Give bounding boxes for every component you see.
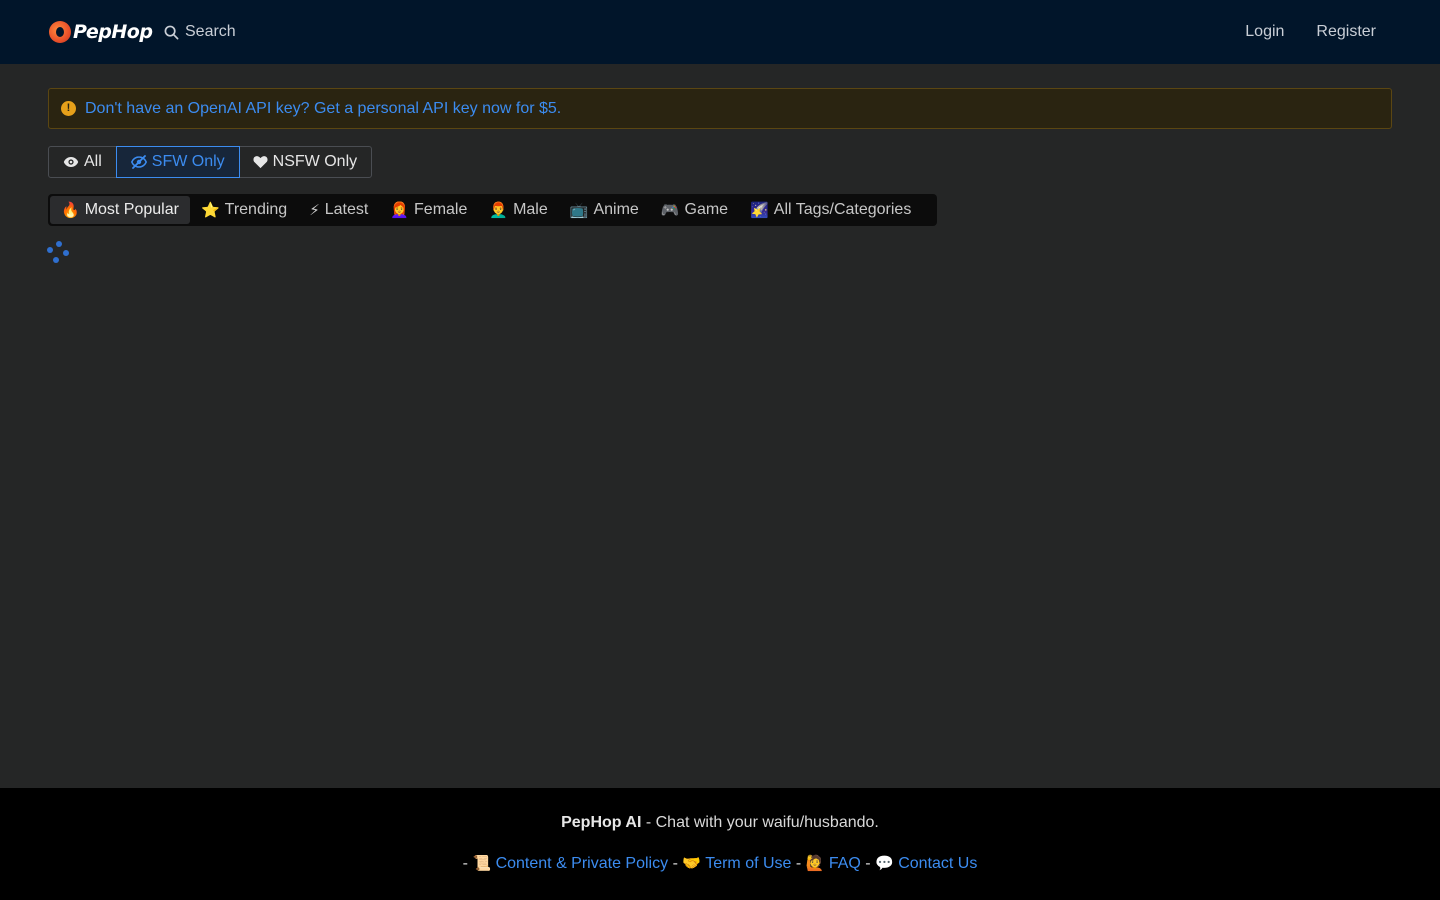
faq-link[interactable]: FAQ [829, 855, 861, 872]
woman-icon: 👩‍🦰 [390, 201, 410, 219]
tab-game[interactable]: 🎮 Game [650, 196, 739, 224]
filter-nsfw-button[interactable]: NSFW Only [239, 147, 371, 177]
exclamation-icon: ! [61, 101, 76, 116]
tab-label: All Tags/Categories [773, 201, 912, 218]
nav-search-link[interactable]: Search [164, 20, 236, 44]
tab-label: Most Popular [84, 201, 179, 218]
tab-label: Anime [593, 201, 639, 218]
tab-label: Trending [224, 201, 288, 218]
speech-bubble-icon: 💬 [875, 854, 894, 872]
login-link[interactable]: Login [1245, 23, 1284, 41]
game-controller-icon: 🎮 [660, 201, 680, 219]
brand-name: PepHop [73, 21, 153, 43]
shooting-star-icon: 🌠 [750, 201, 769, 219]
alert-api-key-link[interactable]: Don't have an OpenAI API key? Get a pers… [85, 100, 561, 118]
filter-sfw-button[interactable]: SFW Only [115, 146, 240, 178]
tab-trending[interactable]: ⭐ Trending [190, 196, 298, 224]
footer-links: - 📜 Content & Private Policy - 🤝 Term of… [0, 854, 1440, 873]
register-link[interactable]: Register [1316, 23, 1376, 41]
footer-separator: - [795, 855, 806, 872]
lightning-icon: ⚡ [309, 201, 320, 219]
content-filter-group: All SFW Only NSFW Only [48, 146, 373, 178]
tab-female[interactable]: 👩‍🦰 Female [379, 196, 478, 224]
raising-hand-icon: 🙋 [805, 854, 825, 872]
content-policy-link[interactable]: Content & Private Policy [496, 855, 669, 872]
television-icon: 📺 [569, 201, 589, 219]
terms-of-use-link[interactable]: Term of Use [705, 855, 791, 872]
footer-tagline-text: - Chat with your waifu/husbando. [641, 814, 879, 831]
tab-most-popular[interactable]: 🔥 Most Popular [50, 196, 190, 224]
tab-label: Male [513, 201, 548, 218]
handshake-icon: 🤝 [682, 854, 702, 872]
footer-separator: - [672, 855, 683, 872]
footer-separator: - [865, 855, 876, 872]
filter-sfw-label: SFW Only [151, 153, 225, 170]
category-tabs: 🔥 Most Popular ⭐ Trending ⚡ Latest 👩‍🦰 F… [48, 194, 937, 226]
footer: PepHop AI - Chat with your waifu/husband… [0, 788, 1440, 900]
filter-all-label: All [84, 153, 102, 170]
navbar: PepHop Search Login Register [0, 0, 1440, 64]
loading-spinner-icon [46, 241, 70, 265]
tab-anime[interactable]: 📺 Anime [559, 196, 650, 224]
tab-label: Latest [324, 201, 369, 218]
footer-tagline: PepHop AI - Chat with your waifu/husband… [0, 814, 1440, 832]
tab-all-tags[interactable]: 🌠 All Tags/Categories [739, 196, 922, 224]
filter-nsfw-label: NSFW Only [272, 153, 358, 170]
man-icon: 👨‍🦰 [489, 201, 509, 219]
star-icon: ⭐ [200, 201, 220, 219]
api-key-alert: ! Don't have an OpenAI API key? Get a pe… [48, 88, 1392, 129]
footer-separator: - [462, 855, 473, 872]
tab-label: Female [414, 201, 468, 218]
nav-search-label: Search [185, 23, 236, 40]
pephop-logo-icon [49, 21, 71, 43]
tab-male[interactable]: 👨‍🦰 Male [478, 196, 558, 224]
footer-brand: PepHop AI [561, 814, 642, 831]
scroll-icon: 📜 [472, 854, 492, 872]
filter-all-button[interactable]: All [49, 147, 117, 177]
tab-label: Game [684, 201, 729, 218]
fire-icon: 🔥 [61, 201, 80, 219]
heart-icon [253, 156, 268, 169]
eye-icon [63, 157, 79, 167]
search-icon [164, 25, 179, 39]
brand-logo[interactable]: PepHop [49, 19, 153, 45]
tab-latest[interactable]: ⚡ Latest [298, 196, 379, 224]
contact-us-link[interactable]: Contact Us [898, 855, 977, 872]
eye-slash-icon [130, 155, 147, 169]
